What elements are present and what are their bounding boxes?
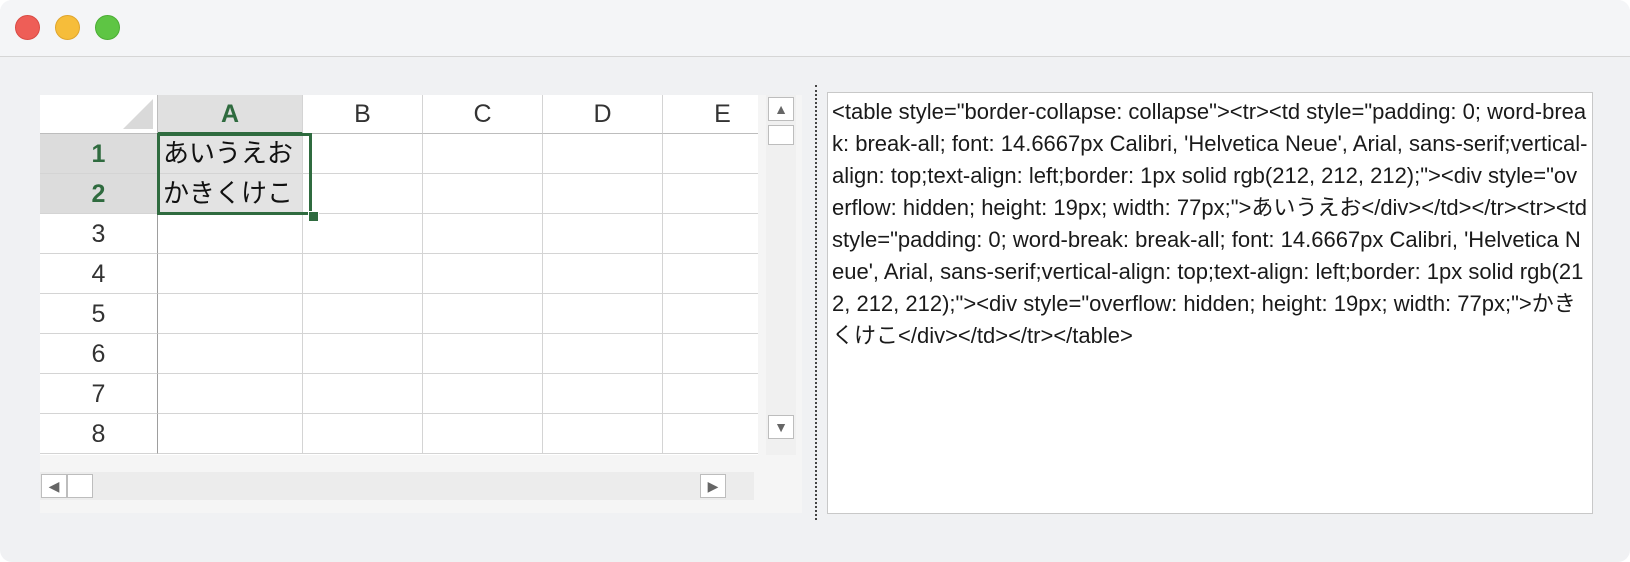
cell-e6[interactable] — [663, 334, 758, 374]
column-header-d[interactable]: D — [543, 95, 663, 134]
column-header-e[interactable]: E — [663, 95, 758, 134]
cell-c4[interactable] — [423, 254, 543, 294]
row-header-4[interactable]: 4 — [40, 254, 158, 294]
app-window: A B C D E 1 あいうえお 2 かきくけこ 3 4 5 6 7 8 ▲ ▼ ◀ ▶ <table s… — [0, 0, 1630, 562]
cell-c5[interactable] — [423, 294, 543, 334]
cell-b2[interactable] — [303, 174, 423, 214]
cell-b5[interactable] — [303, 294, 423, 334]
cell-a7[interactable] — [158, 374, 303, 414]
cell-b8[interactable] — [303, 414, 423, 454]
title-bar — [0, 0, 1630, 57]
cell-c1[interactable] — [423, 134, 543, 174]
horizontal-scrollbar[interactable]: ◀ ▶ — [40, 472, 754, 500]
cell-e5[interactable] — [663, 294, 758, 334]
horizontal-scroll-thumb[interactable] — [67, 474, 93, 498]
cell-e7[interactable] — [663, 374, 758, 414]
cell-b3[interactable] — [303, 214, 423, 254]
scroll-left-arrow-icon[interactable]: ◀ — [41, 474, 67, 498]
html-output-panel[interactable]: <table style="border-collapse: collapse"… — [827, 92, 1593, 514]
cell-a1[interactable]: あいうえお — [158, 134, 303, 174]
scroll-right-arrow-icon[interactable]: ▶ — [700, 474, 726, 498]
cell-c7[interactable] — [423, 374, 543, 414]
cell-b7[interactable] — [303, 374, 423, 414]
cell-e4[interactable] — [663, 254, 758, 294]
select-all-corner[interactable] — [40, 95, 158, 134]
cell-c8[interactable] — [423, 414, 543, 454]
fill-handle[interactable] — [308, 211, 319, 222]
cell-d7[interactable] — [543, 374, 663, 414]
scroll-down-arrow-icon[interactable]: ▼ — [768, 415, 794, 439]
cell-c2[interactable] — [423, 174, 543, 214]
column-header-b[interactable]: B — [303, 95, 423, 134]
cell-e2[interactable] — [663, 174, 758, 214]
cell-d3[interactable] — [543, 214, 663, 254]
cell-b6[interactable] — [303, 334, 423, 374]
cell-a2[interactable]: かきくけこ — [158, 174, 303, 214]
zoom-button[interactable] — [95, 15, 120, 40]
column-header-c[interactable]: C — [423, 95, 543, 134]
panel-divider[interactable] — [815, 85, 817, 520]
cell-d2[interactable] — [543, 174, 663, 214]
row-header-8[interactable]: 8 — [40, 414, 158, 454]
cell-b4[interactable] — [303, 254, 423, 294]
cell-a4[interactable] — [158, 254, 303, 294]
vertical-scroll-thumb[interactable] — [768, 125, 794, 145]
row-header-7[interactable]: 7 — [40, 374, 158, 414]
cell-a8[interactable] — [158, 414, 303, 454]
row-header-3[interactable]: 3 — [40, 214, 158, 254]
vertical-scrollbar[interactable]: ▲ ▼ — [766, 95, 796, 455]
row-header-1[interactable]: 1 — [40, 134, 158, 174]
spreadsheet-grid[interactable]: A B C D E 1 あいうえお 2 かきくけこ 3 4 5 6 7 8 — [40, 95, 758, 455]
column-header-a[interactable]: A — [158, 95, 303, 134]
cell-d5[interactable] — [543, 294, 663, 334]
select-all-triangle-icon — [123, 99, 153, 129]
cell-e8[interactable] — [663, 414, 758, 454]
cell-b1[interactable] — [303, 134, 423, 174]
spreadsheet-panel: A B C D E 1 あいうえお 2 かきくけこ 3 4 5 6 7 8 ▲ ▼ ◀ ▶ — [40, 95, 802, 513]
cell-a5[interactable] — [158, 294, 303, 334]
cell-a6[interactable] — [158, 334, 303, 374]
cell-d4[interactable] — [543, 254, 663, 294]
cell-d6[interactable] — [543, 334, 663, 374]
cell-c3[interactable] — [423, 214, 543, 254]
row-header-6[interactable]: 6 — [40, 334, 158, 374]
cell-e3[interactable] — [663, 214, 758, 254]
row-header-5[interactable]: 5 — [40, 294, 158, 334]
cell-d8[interactable] — [543, 414, 663, 454]
cell-d1[interactable] — [543, 134, 663, 174]
cell-a3[interactable] — [158, 214, 303, 254]
cell-c6[interactable] — [423, 334, 543, 374]
close-button[interactable] — [15, 15, 40, 40]
row-header-2[interactable]: 2 — [40, 174, 158, 214]
minimize-button[interactable] — [55, 15, 80, 40]
cell-e1[interactable] — [663, 134, 758, 174]
scroll-up-arrow-icon[interactable]: ▲ — [768, 97, 794, 121]
